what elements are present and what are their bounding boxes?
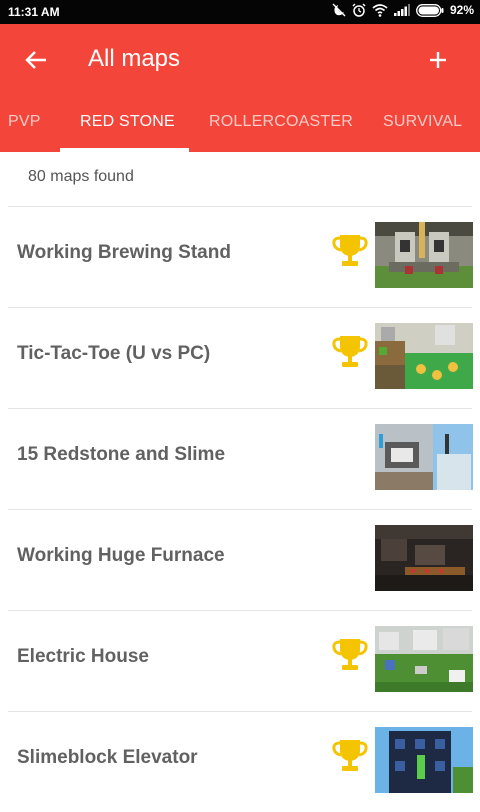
map-list-item[interactable]: Slimeblock Elevator: [0, 712, 480, 812]
map-title: Working Huge Furnace: [17, 545, 225, 566]
category-tabs: PVP RED STONE ROLLERCOASTER SURVIVAL: [0, 98, 480, 152]
battery-percent: 92%: [449, 3, 474, 17]
status-bar: 11:31 AM 92%: [0, 0, 480, 24]
alarm-icon: [352, 3, 366, 17]
signal-icon: [393, 4, 410, 16]
trophy-icon: [332, 639, 368, 670]
page-title: All maps: [88, 45, 181, 72]
map-list-item[interactable]: Working Huge Furnace: [0, 510, 480, 610]
map-thumbnail: [375, 222, 473, 288]
map-list-item[interactable]: 15 Redstone and Slime: [0, 409, 480, 509]
map-title: Slimeblock Elevator: [17, 747, 198, 768]
trophy-icon: [332, 336, 368, 367]
map-thumbnail: [375, 424, 473, 490]
tab-survival[interactable]: SURVIVAL: [383, 113, 462, 131]
map-thumbnail: [375, 727, 473, 793]
wifi-icon: [372, 3, 388, 17]
battery-icon: [416, 3, 444, 17]
tab-pvp[interactable]: PVP: [8, 113, 41, 131]
do-not-disturb-icon: [332, 3, 346, 17]
map-title: Electric House: [17, 646, 149, 667]
status-time: 11:31 AM: [8, 5, 60, 19]
map-thumbnail: [375, 323, 473, 389]
map-title: Tic-Tac-Toe (U vs PC): [17, 343, 211, 364]
arrow-back-icon: [25, 51, 46, 69]
tab-red-stone[interactable]: RED STONE: [80, 113, 175, 131]
map-list-item[interactable]: Electric House: [0, 611, 480, 711]
map-list-item[interactable]: Tic-Tac-Toe (U vs PC): [0, 308, 480, 408]
trophy-icon: [332, 740, 368, 771]
active-tab-indicator: [60, 148, 189, 152]
trophy-icon: [332, 235, 368, 266]
add-map-button[interactable]: [422, 44, 454, 76]
map-thumbnail: [375, 525, 473, 591]
map-title: Working Brewing Stand: [17, 242, 231, 263]
map-thumbnail: [375, 626, 473, 692]
plus-icon: [430, 52, 446, 68]
app-bar: All maps PVP RED STONE ROLLERCOASTER SUR…: [0, 24, 480, 152]
map-list-item[interactable]: Working Brewing Stand: [0, 207, 480, 307]
results-count: 80 maps found: [28, 168, 134, 185]
tab-rollercoaster[interactable]: ROLLERCOASTER: [209, 113, 353, 131]
status-icons: 92%: [332, 3, 474, 17]
map-title: 15 Redstone and Slime: [17, 444, 226, 465]
back-button[interactable]: [18, 44, 54, 76]
